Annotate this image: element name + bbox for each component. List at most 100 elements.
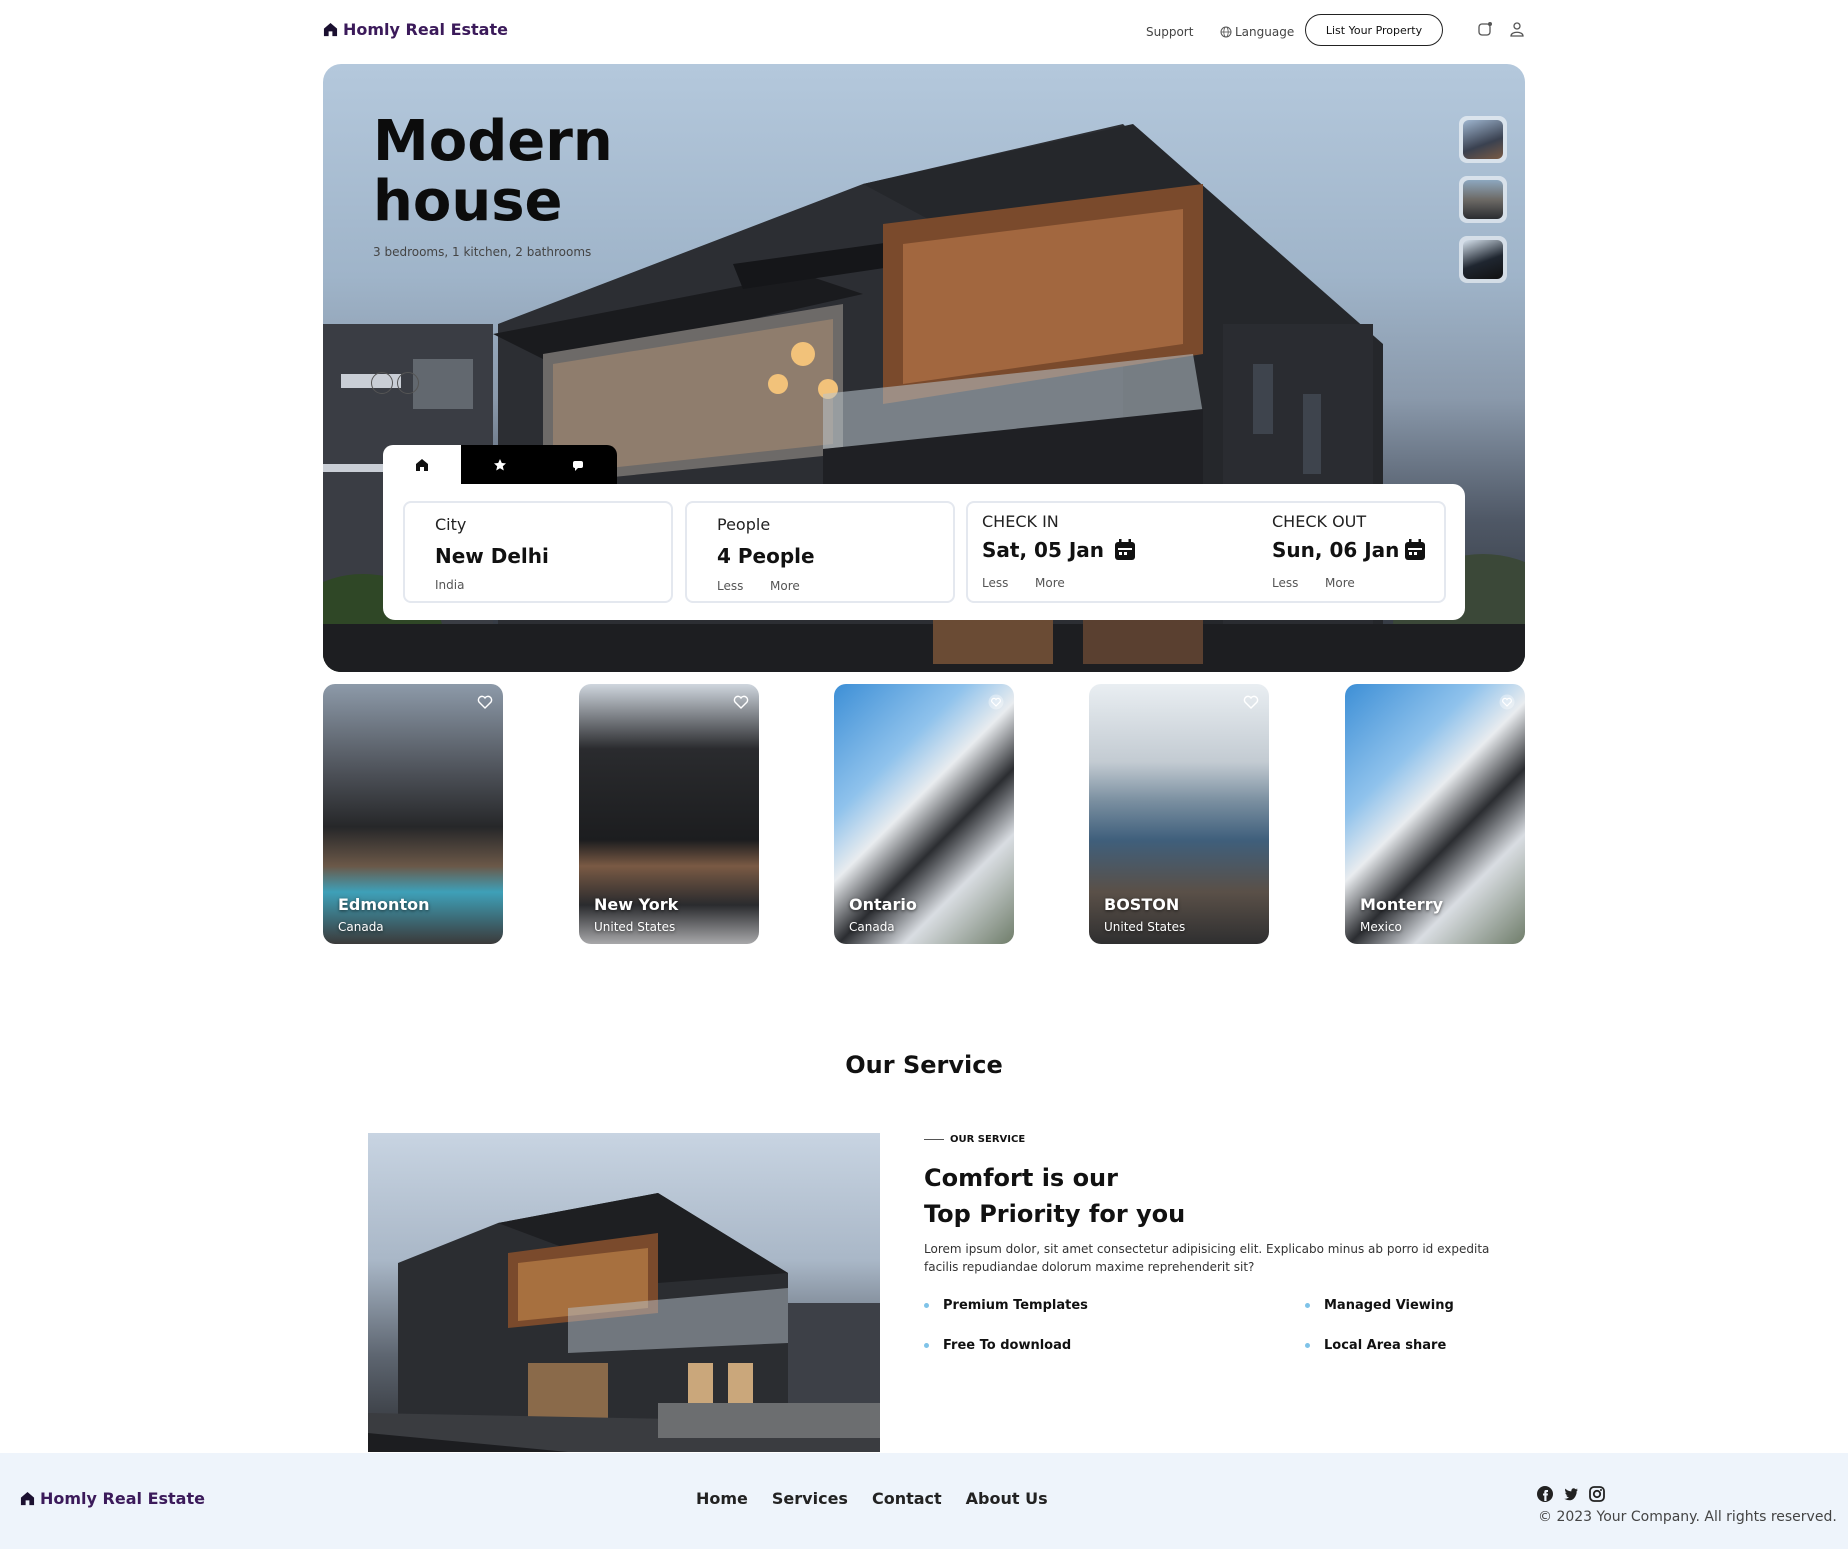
people-label: People <box>717 515 771 534</box>
hero-thumbnail[interactable] <box>1459 236 1507 283</box>
bullet-icon <box>1305 1303 1310 1308</box>
feature-label: Managed Viewing <box>1324 1298 1454 1313</box>
city-card-name: Ontario <box>849 895 917 914</box>
brand-logo[interactable]: Homly Real Estate <box>323 20 508 39</box>
service-heading-line: Comfort is our <box>924 1164 1118 1192</box>
brand-name: Homly Real Estate <box>343 20 508 39</box>
heart-icon[interactable] <box>1243 694 1259 710</box>
feature-item: Free To download <box>924 1338 1071 1353</box>
bullet-icon <box>924 1343 929 1348</box>
city-card-name: Monterry <box>1360 895 1444 914</box>
footer-brand[interactable]: Homly Real Estate <box>20 1489 205 1508</box>
city-card[interactable]: BOSTON United States <box>1089 684 1269 944</box>
social-links <box>1536 1485 1606 1503</box>
service-house-image <box>368 1133 880 1452</box>
chat-icon <box>573 461 583 471</box>
footer-brand-name: Homly Real Estate <box>40 1489 205 1508</box>
facebook-icon[interactable] <box>1536 1485 1554 1503</box>
check-in-less-button[interactable]: Less <box>982 576 1008 590</box>
people-more-button[interactable]: More <box>770 579 800 593</box>
people-less-button[interactable]: Less <box>717 579 743 593</box>
footer-link-services[interactable]: Services <box>772 1489 848 1508</box>
footer-link-about[interactable]: About Us <box>966 1489 1048 1508</box>
bullet-icon <box>924 1303 929 1308</box>
city-card[interactable]: Monterry Mexico <box>1345 684 1525 944</box>
city-card-country: Canada <box>338 920 384 934</box>
check-in-more-button[interactable]: More <box>1035 576 1065 590</box>
hero-thumbnail[interactable] <box>1459 116 1507 163</box>
check-out-label: CHECK OUT <box>1272 512 1367 531</box>
feature-item: Managed Viewing <box>1305 1298 1454 1313</box>
tab-messages[interactable] <box>539 445 617 485</box>
check-out-more-button[interactable]: More <box>1325 576 1355 590</box>
notification-icon[interactable] <box>1477 21 1493 37</box>
city-card-country: Canada <box>849 920 895 934</box>
people-field[interactable]: People 4 People Less More <box>685 501 955 603</box>
feature-item: Premium Templates <box>924 1298 1088 1313</box>
service-kicker-text: OUR SERVICE <box>950 1134 1026 1145</box>
city-card-country: United States <box>594 920 676 934</box>
heart-icon[interactable] <box>988 694 1004 710</box>
check-out-less-button[interactable]: Less <box>1272 576 1298 590</box>
hero-thumbnails <box>1459 116 1507 283</box>
footer-link-contact[interactable]: Contact <box>872 1489 942 1508</box>
footer-nav: Home Services Contact About Us <box>696 1489 1048 1508</box>
tab-favorites[interactable] <box>461 445 539 485</box>
next-arrow-icon[interactable] <box>397 372 419 394</box>
check-in-label: CHECK IN <box>982 512 1059 531</box>
city-country: India <box>435 578 465 592</box>
language-label: Language <box>1235 25 1295 39</box>
service-heading: Comfort is our Top Priority for you <box>924 1160 1324 1232</box>
city-card[interactable]: New York United States <box>579 684 759 944</box>
booking-panel: City New Delhi India People 4 People Les… <box>383 484 1465 620</box>
top-nav: Homly Real Estate Support Language List … <box>323 14 1525 52</box>
service-description: Lorem ipsum dolor, sit amet consectetur … <box>924 1242 1490 1274</box>
star-icon <box>494 459 506 471</box>
people-value: 4 People <box>717 544 815 568</box>
heart-icon[interactable] <box>1499 694 1515 710</box>
feature-item: Local Area share <box>1305 1338 1446 1353</box>
footer-link-home[interactable]: Home <box>696 1489 748 1508</box>
support-link[interactable]: Support <box>1146 25 1193 39</box>
hero-thumbnail[interactable] <box>1459 176 1507 223</box>
bullet-icon <box>1305 1343 1310 1348</box>
home-icon <box>20 1491 35 1506</box>
check-out-value: Sun, 06 Jan <box>1272 538 1400 562</box>
hero-subtitle: 3 bedrooms, 1 kitchen, 2 bathrooms <box>373 245 592 259</box>
city-card-country: Mexico <box>1360 920 1402 934</box>
user-icon[interactable] <box>1509 21 1525 37</box>
check-in-value: Sat, 05 Jan <box>982 538 1104 562</box>
city-card-name: New York <box>594 895 679 914</box>
city-field[interactable]: City New Delhi India <box>403 501 673 603</box>
city-card-name: Edmonton <box>338 895 430 914</box>
city-value: New Delhi <box>435 544 549 568</box>
footer: Homly Real Estate Home Services Contact … <box>0 1453 1848 1549</box>
hero-title: Modern house <box>373 109 613 234</box>
feature-label: Premium Templates <box>943 1298 1088 1313</box>
city-label: City <box>435 515 467 534</box>
city-card[interactable]: Edmonton Canada <box>323 684 503 944</box>
kicker-line <box>924 1139 944 1140</box>
dates-field[interactable]: CHECK IN Sat, 05 Jan Less More CHECK OUT… <box>966 501 1446 603</box>
list-property-button[interactable]: List Your Property <box>1305 14 1443 46</box>
prev-arrow-icon[interactable] <box>371 372 393 394</box>
calendar-icon[interactable] <box>1404 539 1426 561</box>
service-heading-line: Top Priority for you <box>924 1200 1186 1228</box>
twitter-icon[interactable] <box>1562 1485 1580 1503</box>
city-card[interactable]: Ontario Canada <box>834 684 1014 944</box>
heart-icon[interactable] <box>477 694 493 710</box>
globe-icon <box>1220 26 1232 38</box>
feature-label: Free To download <box>943 1338 1072 1353</box>
search-tabs <box>383 445 617 485</box>
heart-icon[interactable] <box>733 694 749 710</box>
tab-home[interactable] <box>383 445 461 485</box>
hero-banner: Modern house 3 bedrooms, 1 kitchen, 2 ba… <box>323 64 1525 672</box>
hero-carousel-controls <box>371 372 419 394</box>
city-card-name: BOSTON <box>1104 895 1180 914</box>
instagram-icon[interactable] <box>1588 1485 1606 1503</box>
language-selector[interactable]: Language <box>1220 25 1294 39</box>
home-icon <box>323 22 338 37</box>
calendar-icon[interactable] <box>1114 539 1136 561</box>
home-icon <box>416 459 428 471</box>
service-kicker: OUR SERVICE <box>924 1134 1025 1145</box>
